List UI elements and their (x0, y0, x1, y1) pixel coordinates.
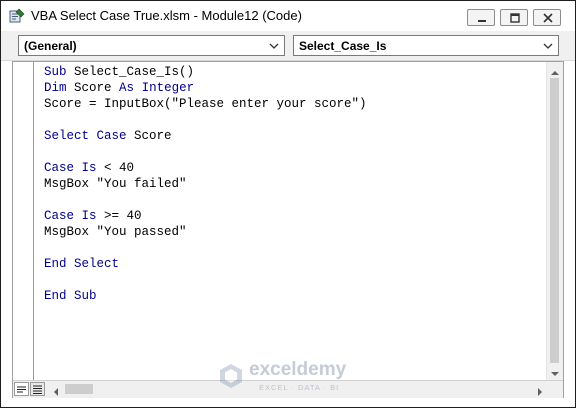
code-line[interactable]: Dim Score As Integer (44, 80, 544, 96)
code-line[interactable]: MsgBox "You passed" (44, 224, 544, 240)
code-keyword: Case Is (44, 161, 97, 175)
code-token: Score (126, 129, 172, 143)
code-line[interactable] (44, 272, 544, 288)
code-editor[interactable]: Sub Select_Case_Is() Dim Score As Integer… (12, 61, 564, 398)
title-bar[interactable]: VBA Select Case True.xlsm - Module12 (Co… (1, 1, 575, 31)
scroll-up-arrow-icon[interactable] (550, 65, 560, 75)
code-keyword: Case Is (44, 209, 97, 223)
vertical-scrollbar[interactable] (546, 62, 563, 380)
watermark-tagline: EXCEL · DATA · BI (259, 383, 340, 392)
code-line[interactable] (44, 240, 544, 256)
window-title: VBA Select Case True.xlsm - Module12 (Co… (31, 8, 302, 23)
code-line[interactable]: Score = InputBox("Please enter your scor… (44, 96, 544, 112)
minimize-button[interactable] (467, 9, 495, 26)
procedure-toolbar: (General) Select_Case_Is (1, 31, 575, 61)
object-combo-value: (General) (24, 39, 77, 53)
vba-code-window: VBA Select Case True.xlsm - Module12 (Co… (0, 0, 576, 408)
code-line[interactable]: Case Is < 40 (44, 160, 544, 176)
code-keyword: End Select (44, 257, 120, 271)
code-token: Select_Case_Is() (66, 65, 195, 79)
code-line[interactable]: End Select (44, 256, 544, 272)
code-keyword: Integer (141, 81, 195, 95)
code-line[interactable]: End Sub (44, 288, 544, 304)
scroll-left-arrow-icon[interactable] (51, 384, 61, 396)
procedure-combo-value: Select_Case_Is (299, 39, 387, 53)
chevron-down-icon (268, 39, 280, 51)
restore-button[interactable] (500, 9, 528, 26)
code-keyword: Sub (44, 65, 67, 79)
code-token: >= 40 (96, 209, 142, 223)
code-line[interactable]: Select Case Score (44, 128, 544, 144)
scroll-right-arrow-icon[interactable] (535, 384, 545, 396)
vba-editor-icon (9, 8, 25, 24)
object-combo[interactable]: (General) (18, 35, 285, 56)
code-text[interactable]: Sub Select_Case_Is() Dim Score As Integer… (44, 64, 544, 304)
code-keyword: End Sub (44, 289, 97, 303)
code-line[interactable]: Sub Select_Case_Is() (44, 64, 544, 80)
code-token: Score (66, 81, 120, 95)
code-token: MsgBox "You passed" (44, 225, 187, 239)
exceldemy-watermark: exceldemy EXCEL · DATA · BI (219, 359, 369, 393)
code-token: MsgBox "You failed" (44, 177, 187, 191)
code-keyword: As (119, 81, 135, 95)
exceldemy-logo-icon (219, 363, 243, 389)
code-keyword: Select Case (44, 129, 127, 143)
code-line[interactable] (44, 112, 544, 128)
watermark-name: exceldemy (249, 359, 347, 380)
code-keyword: Dim (44, 81, 67, 95)
vertical-scroll-thumb[interactable] (550, 78, 559, 363)
code-line[interactable] (44, 192, 544, 208)
close-button[interactable] (533, 9, 561, 26)
procedure-view-button[interactable] (14, 382, 29, 396)
code-line[interactable]: MsgBox "You failed" (44, 176, 544, 192)
procedure-combo[interactable]: Select_Case_Is (293, 35, 559, 56)
chevron-down-icon (542, 39, 554, 51)
margin-indicator-bar[interactable] (13, 62, 34, 380)
scroll-down-arrow-icon[interactable] (550, 366, 560, 376)
code-token: Score = InputBox("Please enter your scor… (44, 97, 367, 111)
code-line[interactable] (44, 144, 544, 160)
full-module-view-button[interactable] (30, 382, 45, 396)
code-token: < 40 (96, 161, 135, 175)
horizontal-scroll-thumb[interactable] (65, 384, 93, 394)
code-line[interactable]: Case Is >= 40 (44, 208, 544, 224)
